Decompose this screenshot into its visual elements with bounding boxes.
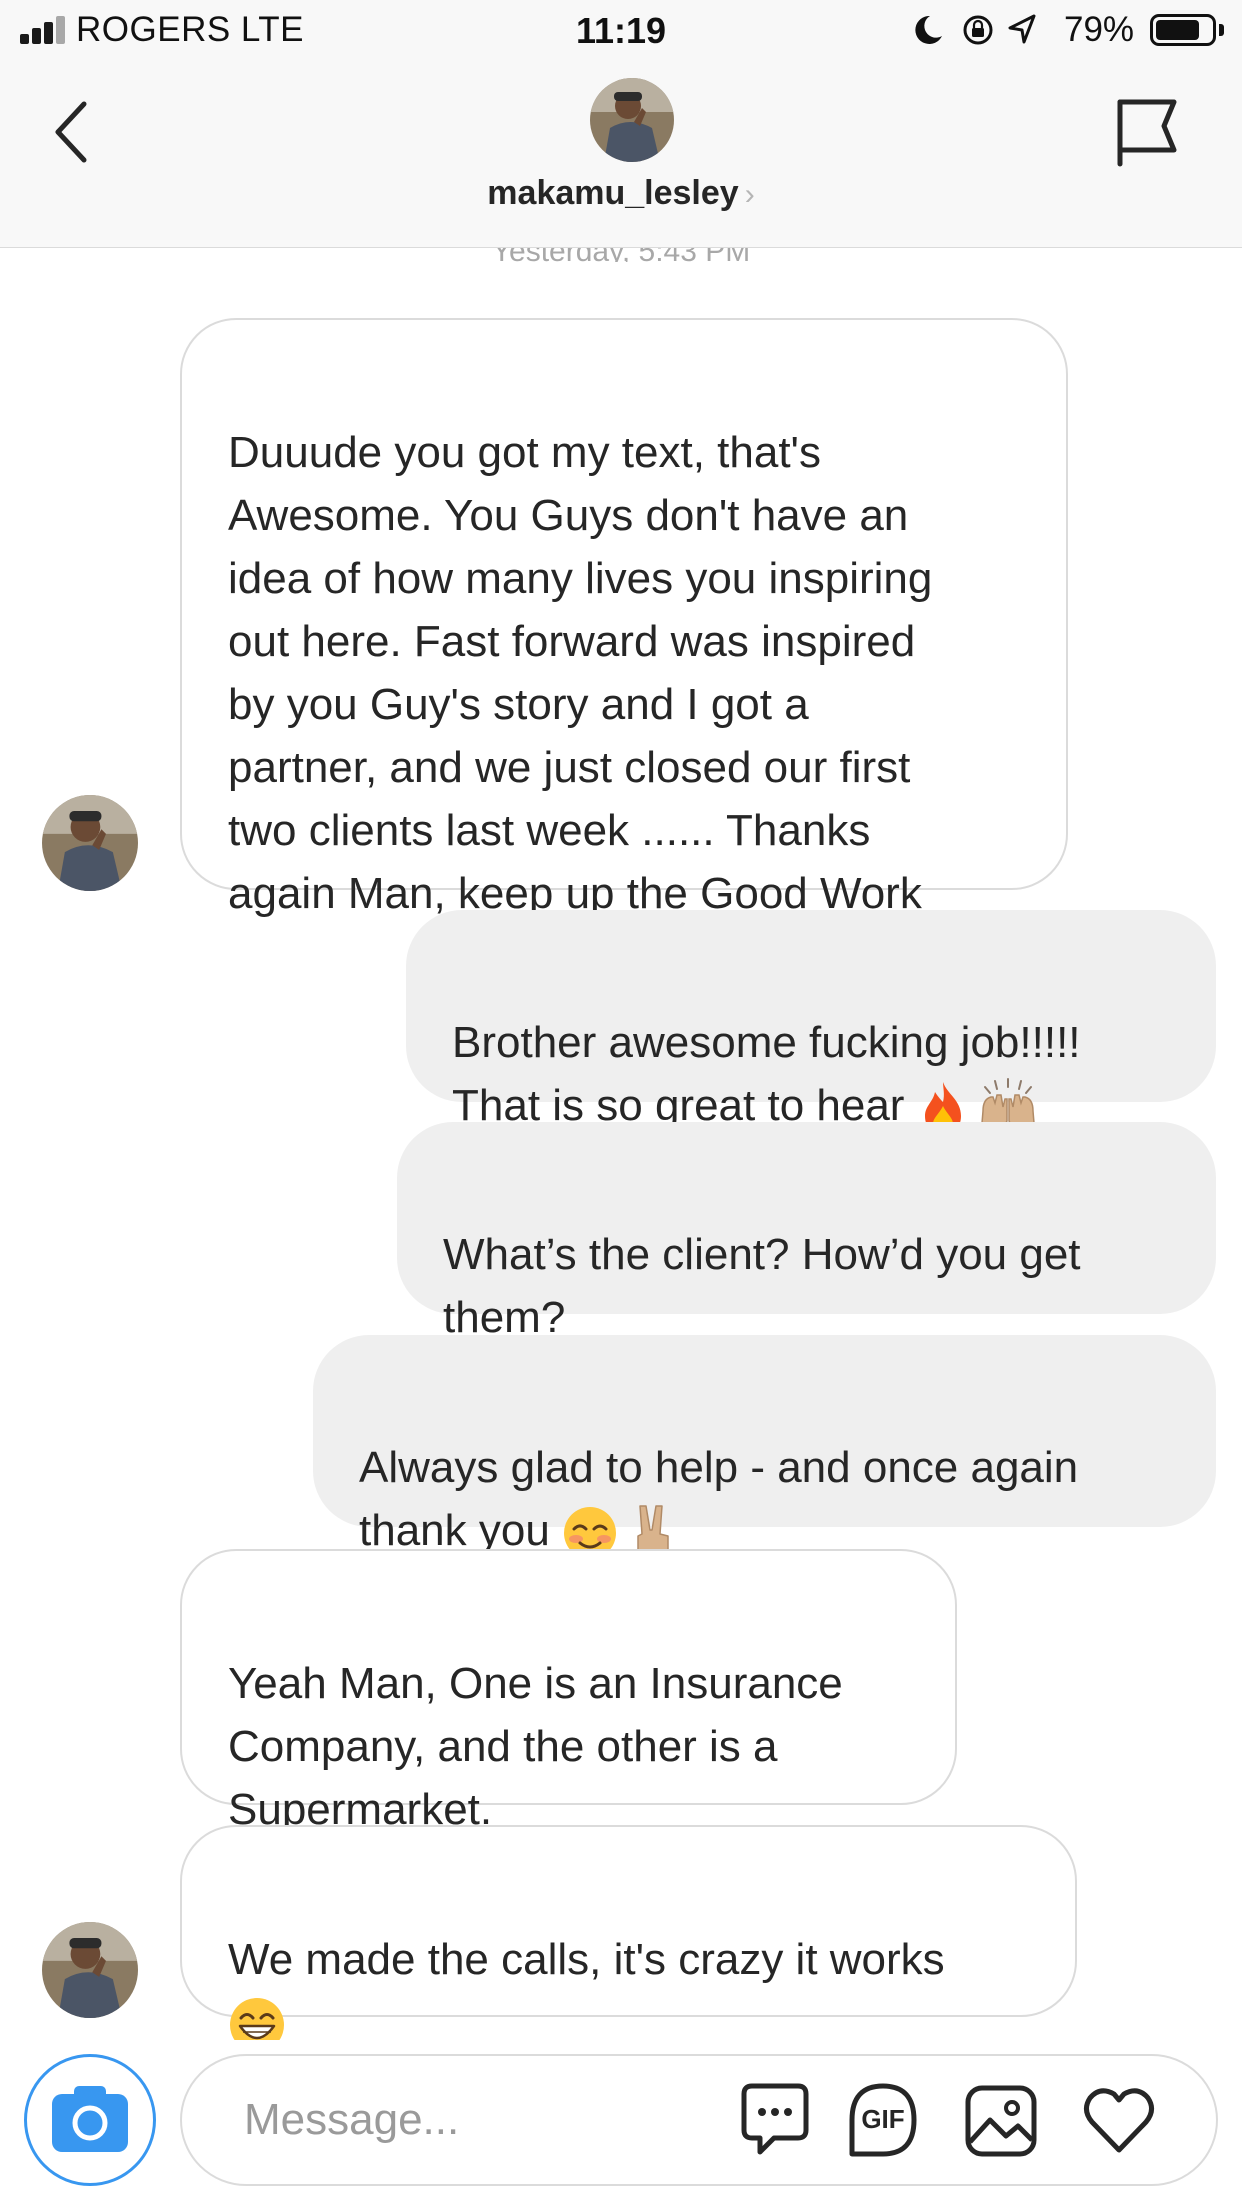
camera-button-face <box>36 2066 144 2174</box>
message-text: We made the calls, it's crazy it works <box>228 1935 945 1984</box>
message-input[interactable] <box>244 2090 684 2150</box>
avatar-photo <box>42 1922 138 2018</box>
location-arrow-icon <box>1008 14 1036 44</box>
gif-label: GIF <box>861 2104 905 2134</box>
sender-avatar[interactable] <box>42 795 138 891</box>
message-bubble-outgoing[interactable]: Brother awesome fucking job!!!!! That is… <box>406 910 1216 1137</box>
gallery-icon[interactable] <box>960 2080 1042 2162</box>
avatar-photo <box>42 795 138 891</box>
timestamp-text: Yesterday, 5:43 PM <box>492 248 751 262</box>
message-text: Yeah Man, One is an Insurance Company, a… <box>228 1659 843 1834</box>
avatar-photo <box>590 78 674 162</box>
status-time: 11:19 <box>575 10 667 51</box>
message-field[interactable]: GIF <box>180 2054 1218 2186</box>
back-button[interactable] <box>40 92 100 172</box>
camera-icon <box>52 2086 128 2152</box>
battery-nub <box>1219 24 1224 36</box>
message-bubble-incoming[interactable]: Duuude you got my text, that's Awesome. … <box>180 318 1068 918</box>
chevron-left-icon <box>55 101 87 163</box>
message-text: What’s the client? How’d you get them? <box>443 1230 1081 1342</box>
message-text: Duuude you got my text, that's Awesome. … <box>228 428 933 918</box>
battery-level-fill <box>1156 20 1199 40</box>
conversation-header: makamu_lesley › <box>0 62 1242 248</box>
message-text: Always glad to help - and once again tha… <box>359 1443 1079 1555</box>
message-bubble-incoming[interactable]: Yeah Man, One is an Insurance Company, a… <box>180 1549 957 1834</box>
battery-icon <box>1150 14 1216 46</box>
moon-icon <box>915 15 942 44</box>
report-flag-button[interactable] <box>1108 92 1188 172</box>
message-composer: GIF <box>0 2040 1242 2208</box>
status-bar: ROGERS LTE 11:19 79% <box>0 0 1242 62</box>
battery-percent: 79% <box>1064 10 1135 49</box>
message-bubble-outgoing[interactable]: Always glad to help - and once again tha… <box>313 1335 1216 1564</box>
chat-bubble-icon[interactable] <box>734 2080 816 2162</box>
flag-icon <box>1117 99 1177 167</box>
orientation-lock-icon <box>963 15 993 45</box>
gif-button[interactable]: GIF <box>842 2080 924 2162</box>
username-label: makamu_lesley <box>487 174 739 212</box>
date-separator: Yesterday, 5:43 PM <box>0 248 1242 262</box>
header-avatar[interactable] <box>590 78 674 162</box>
status-icons <box>915 14 1036 45</box>
header-username[interactable]: makamu_lesley › <box>0 174 1242 213</box>
chevron-right-icon: › <box>744 178 755 211</box>
message-bubble-outgoing[interactable]: What’s the client? How’d you get them? <box>397 1122 1216 1342</box>
sender-avatar[interactable] <box>42 1922 138 2018</box>
heart-icon[interactable] <box>1078 2080 1160 2162</box>
camera-button[interactable] <box>24 2054 156 2186</box>
message-bubble-incoming[interactable]: We made the calls, it's crazy it works <box>180 1825 1077 2053</box>
